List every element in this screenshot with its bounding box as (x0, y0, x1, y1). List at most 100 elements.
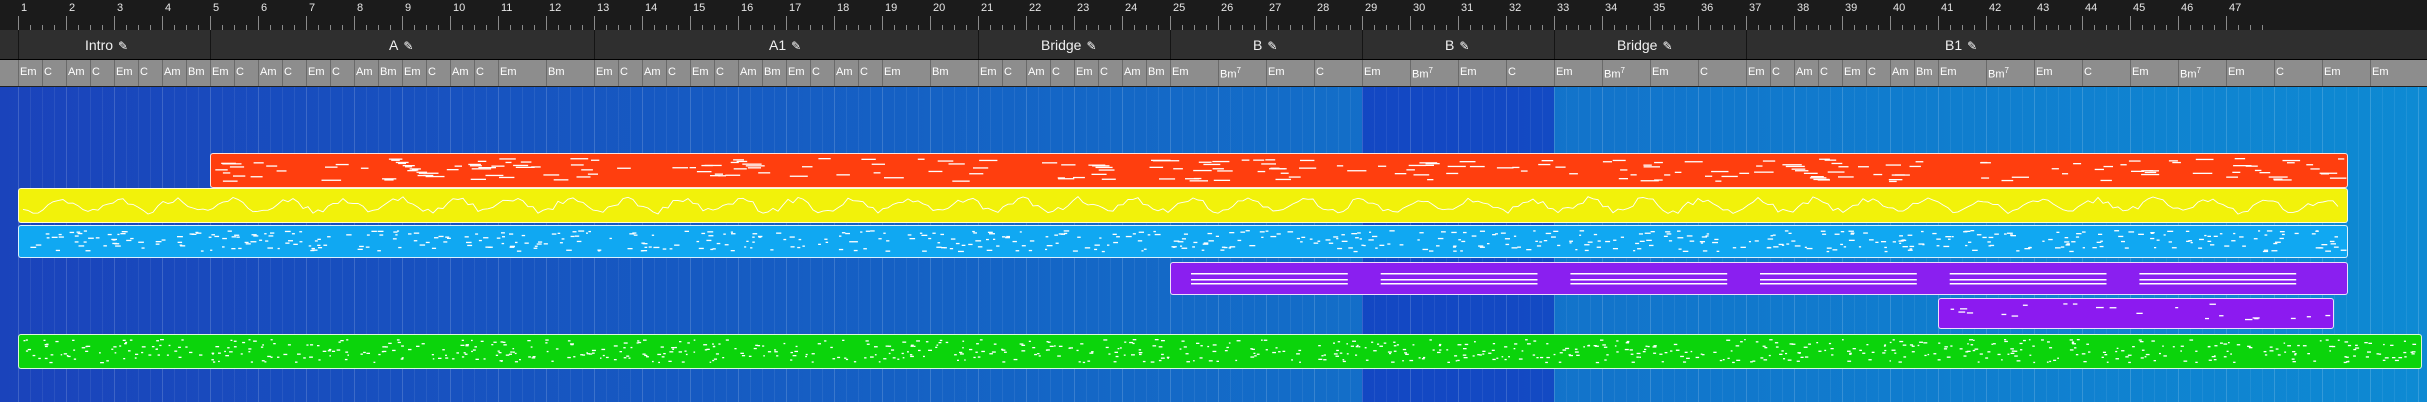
chord-label[interactable]: C (1100, 66, 1108, 78)
guitar-icon[interactable]: ✎ (1662, 39, 1672, 53)
chord-track[interactable]: Em C Am C Em C Am Bm Em C Am C Em C Am Bm Em C Am C Em Bm Em C A… (0, 60, 2427, 87)
chord-label[interactable]: C (1004, 66, 1012, 78)
section-label[interactable]: Bridge ✎ (1617, 37, 1673, 53)
guitar-icon[interactable]: ✎ (791, 39, 801, 53)
chord-label[interactable]: Em (1940, 66, 1957, 78)
chord-label[interactable]: C (2084, 66, 2092, 78)
chord-label[interactable]: Em (788, 66, 805, 78)
chord-label[interactable]: Em (116, 66, 133, 78)
section-label[interactable]: Bridge ✎ (1041, 37, 1097, 53)
guitar-icon[interactable]: ✎ (118, 39, 128, 53)
chord-label[interactable]: C (44, 66, 52, 78)
chord-label[interactable]: C (716, 66, 724, 78)
chord-label[interactable]: Em (1172, 66, 1189, 78)
chord-label[interactable]: Em (1076, 66, 1093, 78)
chord-label[interactable]: C (476, 66, 484, 78)
section-label[interactable]: Intro ✎ (85, 37, 128, 53)
chord-label[interactable]: C (1508, 66, 1516, 78)
chord-label[interactable]: Em (308, 66, 325, 78)
chord-label[interactable]: Bm (1916, 66, 1933, 78)
chord-label[interactable]: Am (164, 66, 181, 78)
chord-label[interactable]: Em (2324, 66, 2341, 78)
chord-label[interactable]: C (2276, 66, 2284, 78)
chord-label[interactable]: C (668, 66, 676, 78)
chord-label[interactable]: Em (1844, 66, 1861, 78)
midi-clip-violet-bells[interactable] (1938, 298, 2334, 329)
chord-label[interactable]: Em (404, 66, 421, 78)
chord-label[interactable]: Am (644, 66, 661, 78)
guitar-icon[interactable]: ✎ (1267, 39, 1277, 53)
chord-label[interactable]: C (812, 66, 820, 78)
chord-label[interactable]: Am (1124, 66, 1141, 78)
chord-label[interactable]: Bm7 (1604, 66, 1625, 81)
chord-label[interactable]: C (92, 66, 100, 78)
chord-label[interactable]: Bm7 (1220, 66, 1241, 81)
chord-label[interactable]: Em (1556, 66, 1573, 78)
guitar-icon[interactable]: ✎ (1967, 39, 1977, 53)
chord-label[interactable]: Am (452, 66, 469, 78)
chord-label[interactable]: Em (1268, 66, 1285, 78)
chord-label[interactable]: Em (692, 66, 709, 78)
chord-label[interactable]: Bm (932, 66, 949, 78)
chord-label[interactable]: C (620, 66, 628, 78)
chord-label[interactable]: Am (260, 66, 277, 78)
chord-label[interactable]: Em (2228, 66, 2245, 78)
section-label[interactable]: A1 ✎ (769, 37, 801, 53)
chord-label[interactable]: C (1700, 66, 1708, 78)
chord-label[interactable]: Em (884, 66, 901, 78)
chord-label[interactable]: Bm7 (2180, 66, 2201, 81)
chord-label[interactable]: Bm (1148, 66, 1165, 78)
chord-label[interactable]: Bm (188, 66, 205, 78)
chord-label[interactable]: C (284, 66, 292, 78)
chord-label[interactable]: Bm (764, 66, 781, 78)
chord-label[interactable]: Bm (380, 66, 397, 78)
chord-label[interactable]: Em (980, 66, 997, 78)
chord-label[interactable]: Em (20, 66, 37, 78)
midi-clip-green-drums[interactable] (18, 334, 2422, 369)
chord-label[interactable]: C (236, 66, 244, 78)
chord-label[interactable]: Bm7 (1988, 66, 2009, 81)
chord-label[interactable]: Em (500, 66, 517, 78)
chord-label[interactable]: Am (836, 66, 853, 78)
chord-label[interactable]: Am (356, 66, 373, 78)
chord-label[interactable]: C (1868, 66, 1876, 78)
chord-label[interactable]: C (140, 66, 148, 78)
section-label[interactable]: B1 ✎ (1945, 37, 1977, 53)
section-label[interactable]: A ✎ (389, 37, 413, 53)
chord-label[interactable]: Bm7 (1412, 66, 1433, 81)
arrangement-area[interactable] (0, 87, 2427, 402)
chord-label[interactable]: Em (2372, 66, 2389, 78)
chord-label[interactable]: Am (1028, 66, 1045, 78)
chord-label[interactable]: C (1820, 66, 1828, 78)
chord-label[interactable]: Bm (548, 66, 565, 78)
midi-clip-cyan-bass[interactable] (18, 225, 2348, 258)
chord-label[interactable]: C (1052, 66, 1060, 78)
chord-label[interactable]: Em (1460, 66, 1477, 78)
midi-clip-yellow-arp[interactable] (18, 188, 2348, 223)
timeline-ruler[interactable]: 1 2 3 4 5 6 7 8 9 10 11 12 13 14 15 16 17 18 19 20 21 22 23 24 2… (0, 0, 2427, 31)
midi-clip-orange-lead[interactable] (210, 153, 2348, 188)
chord-label[interactable]: Em (1652, 66, 1669, 78)
chord-label[interactable]: Em (212, 66, 229, 78)
chord-label[interactable]: Am (740, 66, 757, 78)
arrangement-sections-track[interactable]: Intro ✎ A ✎ A1 ✎ Bridge ✎ B ✎ B ✎ Bridge ✎ B1 ✎ (0, 30, 2427, 60)
chord-label[interactable]: Am (1796, 66, 1813, 78)
midi-clip-purple-pad[interactable] (1170, 262, 2348, 295)
chord-label[interactable]: C (1316, 66, 1324, 78)
chord-label[interactable]: Em (596, 66, 613, 78)
section-label[interactable]: B ✎ (1253, 37, 1277, 53)
guitar-icon[interactable]: ✎ (1459, 39, 1469, 53)
chord-label[interactable]: Em (1364, 66, 1381, 78)
chord-label[interactable]: C (428, 66, 436, 78)
guitar-icon[interactable]: ✎ (403, 39, 413, 53)
chord-label[interactable]: Em (1748, 66, 1765, 78)
chord-label[interactable]: Em (2036, 66, 2053, 78)
chord-label[interactable]: Am (68, 66, 85, 78)
guitar-icon[interactable]: ✎ (1086, 39, 1096, 53)
chord-label[interactable]: C (1772, 66, 1780, 78)
chord-label[interactable]: Em (2132, 66, 2149, 78)
section-label[interactable]: B ✎ (1445, 37, 1469, 53)
chord-label[interactable]: C (332, 66, 340, 78)
chord-label[interactable]: Am (1892, 66, 1909, 78)
chord-label[interactable]: C (860, 66, 868, 78)
